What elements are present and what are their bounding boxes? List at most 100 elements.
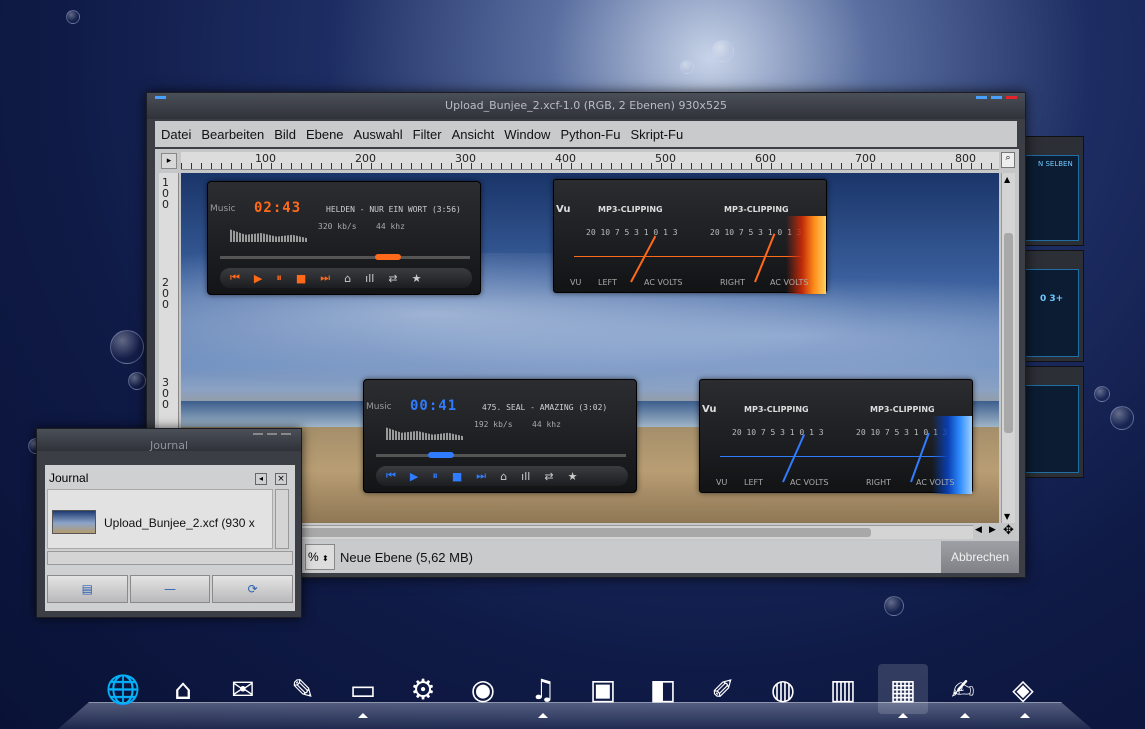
pause-icon[interactable]: ⏸ bbox=[432, 469, 438, 483]
navigate-icon[interactable]: ⌕ bbox=[1001, 152, 1015, 168]
ruler-label: 100 bbox=[255, 152, 276, 165]
stop-icon[interactable]: ■ bbox=[296, 272, 306, 285]
needle-left bbox=[630, 235, 657, 283]
zoom-selector[interactable]: % ⬍ bbox=[305, 544, 335, 570]
redo-button[interactable]: — bbox=[129, 575, 211, 603]
seek-knob[interactable] bbox=[428, 452, 454, 458]
side-widget-2[interactable]: 0 3+ bbox=[1018, 250, 1084, 362]
firefox-icon[interactable]: ◉ bbox=[458, 664, 508, 714]
scroll-thumb[interactable] bbox=[1004, 233, 1013, 433]
seek-bar[interactable] bbox=[376, 452, 626, 458]
needle-left bbox=[782, 434, 806, 483]
close-button[interactable] bbox=[281, 433, 291, 435]
scroll-right-icon[interactable]: ▶ bbox=[989, 525, 996, 535]
gimp-icon[interactable]: ✍ bbox=[938, 664, 988, 714]
scroll-down-icon[interactable]: ▼ bbox=[1004, 512, 1010, 521]
left-label: LEFT bbox=[744, 478, 763, 487]
image-canvas[interactable]: Music 02:43 HELDEN - NUR EIN WORT (3:56)… bbox=[181, 173, 999, 523]
writer-icon[interactable]: ✐ bbox=[698, 664, 748, 714]
prev-icon[interactable]: ⏮ bbox=[386, 469, 396, 483]
player-bitrate: 192 kb/s bbox=[474, 420, 513, 429]
star-icon[interactable]: ★ bbox=[412, 272, 422, 285]
home-folder-icon[interactable]: ⌂ bbox=[158, 664, 208, 714]
equalizer-icon[interactable]: ıll bbox=[365, 272, 374, 285]
seek-bar[interactable] bbox=[220, 254, 470, 260]
vu-scale-left: 20 10 7 5 3 1 0 1 3 bbox=[586, 228, 678, 237]
system-settings-icon[interactable]: ⚙ bbox=[398, 664, 448, 714]
mail-icon[interactable]: ✉ bbox=[218, 664, 268, 714]
list-scrollbar[interactable] bbox=[275, 489, 289, 549]
navigate-move-icon[interactable]: ✥ bbox=[1003, 523, 1014, 538]
list-hscrollbar[interactable] bbox=[47, 551, 293, 565]
next-icon[interactable]: ⏭ bbox=[320, 271, 330, 285]
quick-mask-toggle[interactable]: ▸ bbox=[161, 153, 177, 169]
seek-knob[interactable] bbox=[375, 254, 401, 260]
bubble bbox=[66, 10, 80, 24]
player-label: Music bbox=[210, 204, 236, 214]
scroll-thumb[interactable] bbox=[281, 528, 871, 537]
network-globe-icon[interactable]: 🌐 bbox=[98, 664, 148, 714]
clear-history-button[interactable]: ⟳ bbox=[212, 575, 294, 603]
menu-datei[interactable]: Datei bbox=[161, 127, 191, 142]
menu-auswahl[interactable]: Auswahl bbox=[354, 127, 403, 142]
terminal-icon[interactable]: ▭ bbox=[338, 664, 388, 714]
lime-icon[interactable]: ◍ bbox=[758, 664, 808, 714]
vertical-scrollbar[interactable]: ▲ ▼ bbox=[1001, 173, 1015, 523]
history-item[interactable]: Upload_Bunjee_2.xcf (930 x bbox=[104, 516, 255, 530]
menu-window[interactable]: Window bbox=[504, 127, 550, 142]
ac-volts-label: AC VOLTS bbox=[790, 478, 829, 487]
needle-right bbox=[910, 432, 930, 483]
undo-button[interactable]: ▤ bbox=[47, 575, 128, 603]
scroll-up-icon[interactable]: ▲ bbox=[1004, 175, 1010, 184]
maximize-button[interactable] bbox=[991, 96, 1002, 99]
menu-bild[interactable]: Bild bbox=[274, 127, 296, 142]
gimp-titlebar[interactable]: Upload_Bunjee_2.xcf-1.0 (RGB, 2 Ebenen) … bbox=[147, 93, 1025, 119]
maximize-button[interactable] bbox=[267, 433, 277, 435]
next-icon[interactable]: ⏭ bbox=[476, 469, 486, 483]
running-indicator bbox=[358, 713, 368, 718]
menu-filter[interactable]: Filter bbox=[413, 127, 442, 142]
menu-skript-fu[interactable]: Skript-Fu bbox=[630, 127, 683, 142]
monitor-icon[interactable]: ▣ bbox=[578, 664, 628, 714]
horizontal-ruler[interactable]: 100 200 300 400 500 600 700 800 bbox=[181, 152, 999, 170]
menu-python-fu[interactable]: Python-Fu bbox=[560, 127, 620, 142]
play-icon[interactable]: ▶ bbox=[254, 272, 262, 285]
player-time: 02:43 bbox=[254, 200, 302, 216]
bubble bbox=[884, 596, 904, 616]
player-controls: ⏮ ▶ ⏸ ■ ⏭ ⌂ ıll ⇄ ★ bbox=[220, 268, 472, 288]
side-widget-1[interactable]: N SELBEN bbox=[1018, 136, 1084, 246]
music-player-icon[interactable]: ♫ bbox=[518, 664, 568, 714]
pause-icon[interactable]: ⏸ bbox=[276, 271, 282, 285]
close-button[interactable] bbox=[1006, 96, 1017, 99]
tab-menu-icon[interactable]: ◂ bbox=[255, 473, 267, 485]
play-icon[interactable]: ▶ bbox=[410, 470, 418, 483]
text-editor-icon[interactable]: ✎ bbox=[278, 664, 328, 714]
needle-right bbox=[754, 233, 776, 283]
home-icon[interactable]: ⌂ bbox=[344, 272, 351, 285]
impress-icon[interactable]: ◧ bbox=[638, 664, 688, 714]
minimize-button[interactable] bbox=[253, 433, 263, 435]
window-menu-button[interactable] bbox=[155, 96, 166, 99]
repeat-icon[interactable]: ⇄ bbox=[388, 272, 397, 285]
widget-icon[interactable]: ◈ bbox=[998, 664, 1048, 714]
side-widget-3[interactable] bbox=[1018, 366, 1084, 478]
server-icon[interactable]: ▥ bbox=[818, 664, 868, 714]
scroll-left-icon[interactable]: ◀ bbox=[975, 525, 982, 535]
dock-shelf bbox=[58, 702, 1092, 729]
cancel-button[interactable]: Abbrechen bbox=[941, 541, 1019, 573]
menu-bearbeiten[interactable]: Bearbeiten bbox=[201, 127, 264, 142]
home-icon[interactable]: ⌂ bbox=[500, 470, 507, 483]
gimp-image-icon[interactable]: ▦ bbox=[878, 664, 928, 714]
stop-icon[interactable]: ■ bbox=[452, 470, 462, 483]
close-icon[interactable]: × bbox=[275, 473, 287, 485]
prev-icon[interactable]: ⏮ bbox=[230, 271, 240, 285]
equalizer-icon[interactable]: ıll bbox=[521, 470, 530, 483]
star-icon[interactable]: ★ bbox=[568, 470, 578, 483]
menu-ebene[interactable]: Ebene bbox=[306, 127, 344, 142]
repeat-icon[interactable]: ⇄ bbox=[544, 470, 553, 483]
minimize-button[interactable] bbox=[976, 96, 987, 99]
menu-ansicht[interactable]: Ansicht bbox=[452, 127, 495, 142]
left-label: LEFT bbox=[598, 278, 617, 287]
bubble bbox=[712, 40, 734, 62]
menubar: Datei Bearbeiten Bild Ebene Auswahl Filt… bbox=[155, 121, 1017, 147]
